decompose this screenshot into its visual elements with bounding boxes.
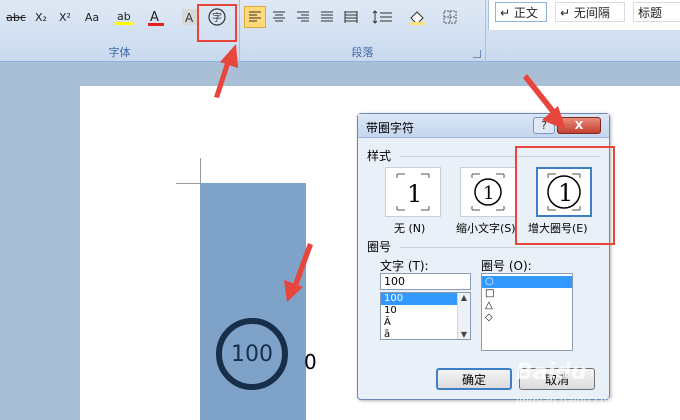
watermark-url: jingyan.baidu.com [516, 394, 618, 407]
watermark-brand: Baidu [516, 360, 587, 385]
arrow-icon [284, 243, 313, 302]
arrow-icon [523, 74, 566, 130]
watermark: Baidu jingyan.baidu.com [516, 360, 680, 416]
annotation-arrows [214, 44, 566, 302]
arrow-icon [214, 44, 238, 98]
